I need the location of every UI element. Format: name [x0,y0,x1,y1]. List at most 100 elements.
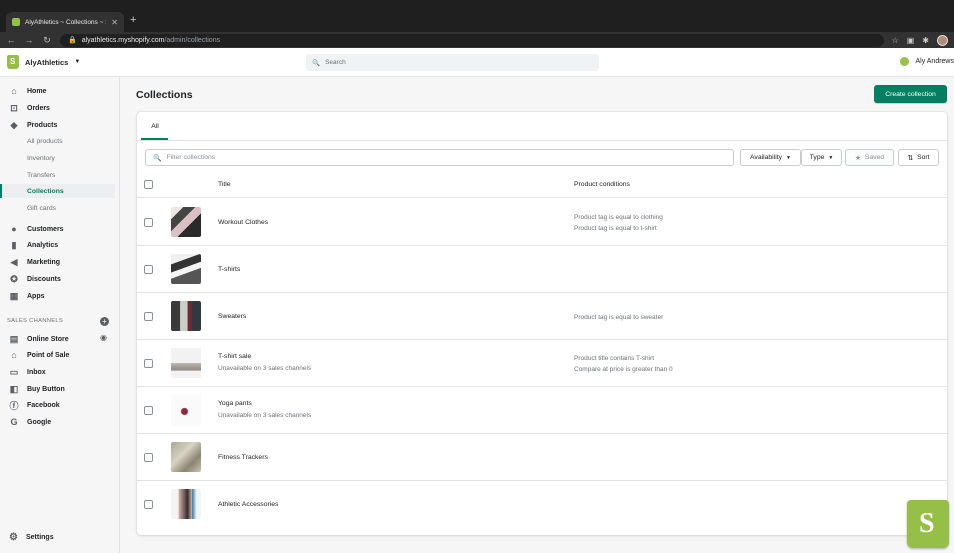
collection-availability-note: Unavailable on 3 sales channels [218,365,312,372]
megaphone-icon: ◀ [10,256,18,267]
table-row[interactable]: T-shirts [137,246,947,293]
collection-title[interactable]: Yoga pants [218,400,252,407]
row-checkbox[interactable] [144,312,153,321]
user-menu[interactable]: Aly Andrews [900,57,954,66]
sidebar-item-products[interactable]: ◆ Products [0,118,120,132]
eye-icon[interactable]: ◉ [100,333,107,342]
sidebar-item-analytics[interactable]: ▮ Analytics [0,238,120,252]
sidebar-item-orders[interactable]: ⊡ Orders [0,101,120,115]
collection-title[interactable]: Fitness Trackers [218,454,268,461]
collection-title[interactable]: Workout Clothes [218,219,268,226]
browser-tab-title: AlyAthletics ~ Collections ~ Sh [25,18,107,26]
sidebar-item-label: Home [27,87,47,95]
sort-button[interactable]: ⇅ Sort [898,149,939,166]
product-conditions: Product tag is equal to sweater [574,312,663,323]
caret-down-icon: ▼ [828,154,834,161]
buy-button-icon: ◧ [9,383,19,394]
store-switcher[interactable]: AlyAthletics ▼ [0,55,80,69]
collection-thumbnail [171,442,201,472]
add-channel-icon[interactable]: + [100,317,109,326]
row-checkbox[interactable] [144,265,153,274]
sidebar-item-settings[interactable]: ⚙ Settings [9,532,54,543]
sort-label: Sort [917,154,930,161]
create-collection-button[interactable]: Create collection [874,85,947,103]
availability-label: Availability [750,154,783,161]
select-all-checkbox[interactable] [144,180,153,189]
table-row[interactable]: Workout Clothes Product tag is equal to … [137,199,947,246]
sidebar-item-label: Online Store [27,335,69,343]
row-checkbox[interactable] [144,218,153,227]
sidebar-item-apps[interactable]: ▦ Apps [0,289,120,303]
sidebar-subitem-transfers[interactable]: Transfers [0,168,115,182]
table-row[interactable]: T-shirt sale Unavailable on 3 sales chan… [137,340,947,387]
sidebar-channel-inbox[interactable]: ▭ Inbox [0,365,120,379]
sidebar-item-label: Discounts [27,275,61,283]
collection-title[interactable]: Athletic Accessories [218,501,278,508]
store-icon: ▤ [9,333,19,344]
table-row[interactable]: Fitness Trackers [137,434,947,481]
collection-thumbnail [171,348,201,378]
collection-thumbnail [171,254,201,284]
profile-avatar[interactable] [937,34,948,46]
table-row[interactable]: Yoga pants Unavailable on 3 sales channe… [137,387,947,434]
sidebar-channel-buy-button[interactable]: ◧ Buy Button [0,382,120,396]
sidebar-item-discounts[interactable]: ✪ Discounts [0,272,120,286]
reload-icon[interactable]: ↻ [42,35,52,46]
search-icon: 🔍 [153,154,162,162]
sidebar-item-home[interactable]: ⌂ Home [0,84,120,98]
person-icon: ● [11,224,17,234]
back-icon[interactable]: ← [6,35,16,45]
type-label: Type [809,154,825,161]
sidebar: ⌂ Home ⊡ Orders ◆ Products All products Inv… [0,77,120,553]
saved-button[interactable]: ★ Saved [845,149,894,166]
admin-topbar: AlyAthletics ▼ 🔍 Search Aly Andrews [0,48,954,77]
settings-label: Settings [25,534,54,541]
sidebar-channel-point-of-sale[interactable]: ⌂ Point of Sale [0,348,120,362]
row-checkbox[interactable] [144,359,153,368]
search-input[interactable]: 🔍 Search [306,54,599,71]
sidebar-subitem-gift-cards[interactable]: Gift cards [0,201,115,215]
tab-all[interactable]: All [143,123,167,130]
collection-title[interactable]: T-shirt sale [218,353,251,360]
caret-down-icon: ▼ [786,154,791,161]
sidebar-item-customers[interactable]: ● Customers [0,222,120,236]
star-icon[interactable]: ☆ [892,36,899,45]
sidebar-subitem-all-products[interactable]: All products [0,134,115,148]
collection-title[interactable]: Sweaters [218,313,246,320]
sidebar-subitem-inventory[interactable]: Inventory [0,151,115,165]
condition-text: Product tag is equal to clothing [574,214,663,221]
collections-card: All 🔍 Filter collections Availability ▼ … [137,112,947,535]
sidebar-channel-facebook[interactable]: ⓕ Facebook [0,398,120,412]
pos-icon: ⌂ [11,350,17,360]
google-icon: G [10,417,18,427]
sidebar-item-label: Orders [27,104,50,112]
column-title: Title [218,181,231,188]
bar-chart-icon: ▮ [11,239,17,250]
caret-down-icon: ▼ [74,59,81,65]
tag-icon: ◆ [10,119,18,130]
table-row[interactable]: Athletic Accessories [137,481,947,528]
address-bar[interactable]: 🔒 alyathletics.myshopify.com/admin/colle… [60,33,884,47]
browser-tab[interactable]: AlyAthletics ~ Collections ~ Sh ✕ [6,12,124,32]
gear-icon: ⚙ [9,532,18,543]
orders-icon: ⊡ [10,102,18,113]
table-row[interactable]: Sweaters Product tag is equal to sweater [137,293,947,340]
type-filter-button[interactable]: Type ▼ [801,149,842,166]
sidebar-item-label: Buy Button [27,385,65,393]
screen-icon[interactable]: ▣ [907,36,915,45]
filter-collections-input[interactable]: 🔍 Filter collections [145,149,734,166]
extensions-icon[interactable]: ✱ [922,36,929,45]
row-checkbox[interactable] [144,406,153,415]
row-checkbox[interactable] [144,500,153,509]
availability-filter-button[interactable]: Availability ▼ [740,149,801,166]
close-tab-icon[interactable]: ✕ [111,18,118,27]
forward-icon[interactable]: → [24,35,34,45]
sidebar-subitem-collections[interactable]: Collections [0,184,115,198]
collection-title[interactable]: T-shirts [218,266,240,273]
user-avatar [900,57,910,66]
row-checkbox[interactable] [144,453,153,462]
new-tab-icon[interactable]: + [130,14,136,26]
sidebar-item-marketing[interactable]: ◀ Marketing [0,255,120,269]
sidebar-item-label: Point of Sale [27,351,70,359]
sidebar-channel-google[interactable]: G Google [0,415,120,429]
